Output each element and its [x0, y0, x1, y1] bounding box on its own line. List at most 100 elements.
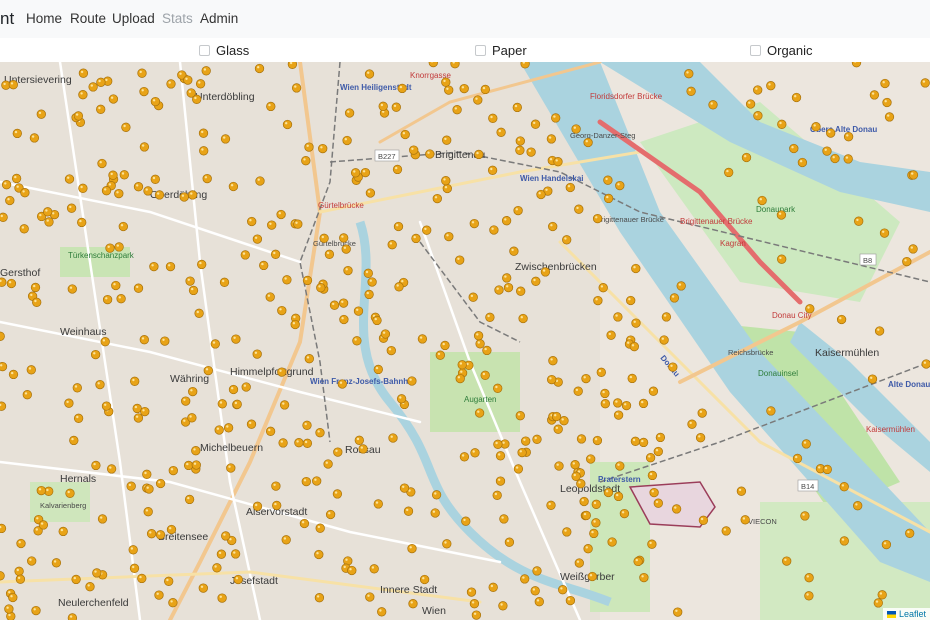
container-marker[interactable] — [139, 335, 149, 345]
container-marker[interactable] — [455, 373, 465, 384]
container-marker[interactable] — [265, 292, 275, 302]
container-marker[interactable] — [315, 428, 325, 438]
container-marker[interactable] — [880, 78, 890, 89]
container-marker[interactable] — [782, 556, 792, 566]
container-marker[interactable] — [581, 373, 591, 384]
container-marker[interactable] — [137, 573, 147, 584]
container-marker[interactable] — [149, 261, 159, 272]
container-marker[interactable] — [231, 334, 241, 344]
container-marker[interactable] — [91, 460, 101, 471]
container-marker[interactable] — [195, 79, 206, 89]
container-marker[interactable] — [312, 476, 322, 486]
container-marker[interactable] — [302, 275, 313, 286]
container-marker[interactable] — [139, 86, 149, 97]
container-marker[interactable] — [30, 282, 41, 293]
container-marker[interactable] — [592, 435, 603, 446]
container-marker[interactable] — [73, 413, 84, 423]
container-marker[interactable] — [480, 84, 490, 95]
container-marker[interactable] — [422, 225, 432, 235]
container-marker[interactable] — [459, 83, 469, 94]
container-marker[interactable] — [409, 145, 419, 155]
container-marker[interactable] — [114, 188, 124, 199]
container-marker[interactable] — [143, 186, 153, 196]
container-marker[interactable] — [106, 464, 117, 474]
container-marker[interactable] — [111, 280, 121, 291]
container-marker[interactable] — [649, 487, 659, 498]
container-marker[interactable] — [168, 465, 178, 476]
container-marker[interactable] — [613, 491, 624, 502]
nav-route-link[interactable]: Route — [70, 11, 106, 26]
container-marker[interactable] — [102, 294, 113, 305]
container-marker[interactable] — [830, 153, 840, 164]
container-marker[interactable] — [822, 146, 832, 156]
container-marker[interactable] — [591, 518, 601, 528]
container-marker[interactable] — [72, 383, 82, 393]
container-marker[interactable] — [668, 362, 678, 372]
container-marker[interactable] — [219, 277, 230, 287]
container-marker[interactable] — [565, 182, 575, 193]
container-marker[interactable] — [455, 255, 465, 265]
container-marker[interactable] — [0, 361, 8, 372]
container-marker[interactable] — [358, 444, 368, 454]
container-marker[interactable] — [316, 283, 326, 293]
container-marker[interactable] — [0, 401, 7, 411]
container-marker[interactable] — [631, 263, 641, 274]
container-marker[interactable] — [753, 85, 763, 95]
container-marker[interactable] — [905, 528, 915, 538]
container-marker[interactable] — [266, 101, 276, 112]
container-marker[interactable] — [230, 549, 241, 559]
container-marker[interactable] — [338, 298, 349, 308]
container-marker[interactable] — [133, 283, 144, 293]
container-marker[interactable] — [400, 129, 410, 140]
container-marker[interactable] — [515, 411, 525, 421]
container-marker[interactable] — [547, 374, 557, 385]
container-marker[interactable] — [367, 277, 377, 287]
container-marker[interactable] — [474, 149, 484, 160]
container-marker[interactable] — [202, 173, 212, 184]
container-marker[interactable] — [757, 195, 767, 206]
container-marker[interactable] — [77, 217, 87, 228]
container-marker[interactable] — [687, 419, 697, 429]
container-marker[interactable] — [442, 135, 452, 145]
container-marker[interactable] — [488, 582, 498, 592]
container-marker[interactable] — [27, 556, 37, 566]
container-marker[interactable] — [633, 556, 643, 567]
container-marker[interactable] — [581, 510, 591, 521]
container-marker[interactable] — [558, 585, 568, 595]
container-marker[interactable] — [314, 593, 325, 603]
container-marker[interactable] — [318, 143, 328, 154]
container-marker[interactable] — [187, 413, 197, 423]
container-marker[interactable] — [277, 305, 287, 316]
container-marker[interactable] — [698, 515, 709, 525]
container-marker[interactable] — [777, 254, 787, 264]
container-marker[interactable] — [197, 259, 207, 270]
container-marker[interactable] — [299, 518, 310, 529]
container-marker[interactable] — [493, 383, 503, 393]
container-marker[interactable] — [495, 476, 506, 486]
container-marker[interactable] — [874, 326, 885, 336]
container-marker[interactable] — [246, 419, 257, 429]
container-marker[interactable] — [277, 367, 287, 377]
container-marker[interactable] — [469, 599, 480, 609]
container-marker[interactable] — [574, 204, 584, 214]
container-marker[interactable] — [721, 526, 731, 536]
container-marker[interactable] — [155, 478, 166, 489]
container-marker[interactable] — [5, 195, 15, 206]
container-marker[interactable] — [811, 122, 821, 132]
container-marker[interactable] — [14, 566, 24, 576]
container-marker[interactable] — [96, 104, 106, 114]
container-marker[interactable] — [534, 597, 544, 607]
container-marker[interactable] — [92, 568, 102, 578]
container-marker[interactable] — [282, 275, 292, 285]
container-marker[interactable] — [354, 435, 364, 445]
container-marker[interactable] — [804, 573, 814, 583]
container-marker[interactable] — [363, 268, 373, 278]
container-marker[interactable] — [36, 485, 46, 496]
container-marker[interactable] — [521, 436, 531, 446]
container-marker[interactable] — [397, 83, 407, 94]
container-marker[interactable] — [661, 312, 672, 322]
container-marker[interactable] — [199, 146, 209, 156]
container-marker[interactable] — [1, 180, 12, 190]
container-marker[interactable] — [442, 539, 452, 549]
container-marker[interactable] — [697, 408, 707, 418]
